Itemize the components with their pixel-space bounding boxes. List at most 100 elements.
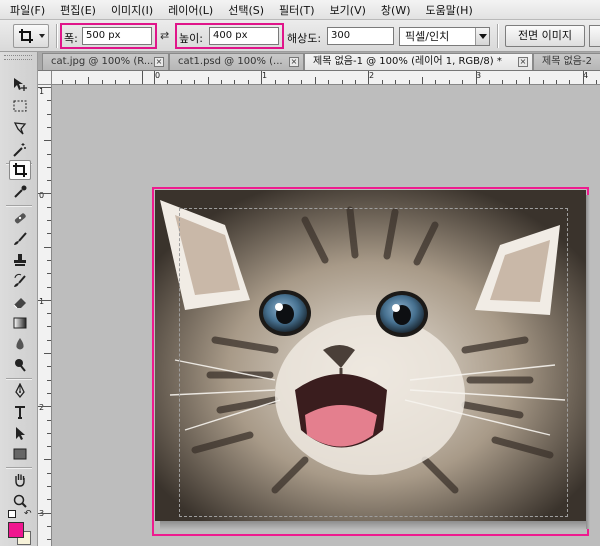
brush-tool[interactable]: [9, 229, 31, 249]
lasso-tool[interactable]: [9, 118, 31, 138]
close-icon[interactable]: ×: [154, 57, 164, 67]
width-input[interactable]: 500 px: [82, 27, 152, 45]
ruler-tick: [38, 406, 51, 408]
menu-file[interactable]: 파일(F): [10, 2, 45, 18]
tab-untitled-2[interactable]: 제목 없음-2: [533, 53, 600, 70]
toolbox-grip[interactable]: [4, 55, 32, 60]
menu-filter[interactable]: 필터(T): [279, 2, 315, 18]
ruler-origin[interactable]: [38, 71, 52, 85]
ruler-tick: [395, 80, 397, 84]
clone-stamp-tool[interactable]: [9, 250, 31, 270]
options-bar: 폭: 500 px ⇄ 높이: 400 px 해상도: 300 픽셀/인치 전면…: [0, 20, 600, 52]
crop-selection-marquee[interactable]: [179, 208, 568, 517]
blur-tool[interactable]: [9, 334, 31, 354]
ruler-tick: [596, 80, 598, 84]
menu-help[interactable]: 도움말(H): [426, 2, 473, 18]
dodge-tool[interactable]: [9, 355, 31, 375]
ruler-tick: [515, 80, 517, 84]
vertical-ruler[interactable]: 1 0 1 2 3: [38, 85, 52, 546]
ruler-tick: [314, 77, 316, 84]
height-input[interactable]: 400 px: [209, 27, 279, 45]
default-colors-icon[interactable]: [8, 510, 16, 518]
close-icon[interactable]: ×: [518, 57, 528, 67]
resolution-input[interactable]: 300: [327, 27, 394, 45]
ruler-tick: [44, 459, 51, 461]
quick-select-tool[interactable]: [9, 140, 31, 160]
move-tool[interactable]: [9, 74, 31, 94]
hand-tool[interactable]: [9, 470, 31, 490]
ruler-tick: [569, 80, 571, 84]
height-label: 높이:: [179, 32, 203, 45]
path-select-tool[interactable]: [9, 423, 31, 443]
tab-cat-jpg[interactable]: cat.jpg @ 100% (R... ×: [42, 53, 169, 70]
ruler-tick: [355, 80, 356, 84]
healing-brush-tool[interactable]: [9, 208, 31, 228]
eraser-tool[interactable]: [9, 292, 31, 312]
marquee-tool[interactable]: [9, 96, 31, 116]
brush-icon: [14, 232, 27, 245]
eraser-icon: [13, 298, 26, 309]
tab-untitled-1[interactable]: 제목 없음-1 @ 100% (레이어 1, RGB/8) * ×: [304, 53, 533, 70]
ruler-tick: [328, 80, 330, 84]
tool-preset-picker[interactable]: [13, 24, 49, 48]
menu-window[interactable]: 창(W): [381, 2, 411, 18]
menu-bar: 파일(F) 편집(E) 이미지(I) 레이어(L) 선택(S) 필터(T) 보기…: [0, 0, 600, 20]
foreground-color-swatch[interactable]: [8, 522, 24, 538]
ruler-tick: [101, 80, 103, 84]
eyedropper-tool[interactable]: [9, 182, 31, 202]
width-label: 폭:: [64, 32, 78, 45]
ruler-tick: [47, 180, 51, 182]
ruler-tick: [142, 71, 143, 84]
toolbox-divider: [6, 205, 32, 206]
ruler-tick: [47, 166, 51, 168]
ruler-v-label: 2: [39, 403, 45, 412]
ruler-tick: [435, 80, 437, 84]
menu-view[interactable]: 보기(V): [330, 2, 366, 18]
horizontal-ruler[interactable]: 0 1 2 3 4: [52, 71, 600, 85]
ruler-h-label: 2: [369, 71, 375, 80]
crop-tool[interactable]: [9, 160, 31, 180]
swap-colors-icon[interactable]: ↶: [24, 509, 32, 519]
ruler-h-label: 0: [155, 71, 161, 80]
ruler-tick: [556, 80, 557, 84]
ruler-tick: [341, 80, 343, 84]
gradient-tool[interactable]: [9, 313, 31, 333]
ruler-tick: [448, 80, 450, 84]
zoom-tool[interactable]: [9, 491, 31, 511]
ruler-tick: [207, 77, 209, 84]
ruler-tick: [47, 153, 51, 155]
clear-button[interactable]: [589, 25, 600, 47]
ruler-tick: [44, 140, 51, 142]
ruler-tick: [47, 392, 51, 394]
crop-icon: [13, 163, 27, 177]
front-image-button[interactable]: 전면 이미지: [505, 25, 585, 47]
ruler-tick: [47, 259, 51, 261]
ruler-tick: [38, 193, 51, 195]
ruler-tick: [261, 71, 263, 84]
ruler-tick: [47, 206, 51, 208]
dodge-icon: [15, 359, 26, 372]
resolution-unit-select[interactable]: 픽셀/인치: [399, 27, 490, 46]
ruler-tick: [47, 100, 51, 102]
shape-tool[interactable]: [9, 444, 31, 464]
history-brush-tool[interactable]: [9, 271, 31, 291]
ruler-tick: [408, 80, 410, 84]
menu-edit[interactable]: 편집(E): [60, 2, 96, 18]
tab-cat1-psd[interactable]: cat1.psd @ 100% (... ×: [169, 53, 304, 70]
image-shadow: [160, 521, 586, 530]
pen-tool[interactable]: [9, 381, 31, 401]
menu-image[interactable]: 이미지(I): [111, 2, 153, 18]
close-icon[interactable]: ×: [289, 57, 299, 67]
ruler-tick: [47, 379, 51, 381]
chevron-down-icon: [39, 34, 45, 38]
ruler-tick: [47, 486, 51, 487]
menu-layer[interactable]: 레이어(L): [168, 2, 213, 18]
ruler-tick: [47, 446, 51, 448]
ruler-tick: [61, 80, 63, 84]
swap-dimensions-icon[interactable]: ⇄: [160, 30, 172, 42]
menu-select[interactable]: 선택(S): [228, 2, 264, 18]
zoom-icon: [13, 494, 27, 508]
ruler-tick: [44, 353, 51, 354]
ruler-tick: [47, 499, 51, 501]
type-tool[interactable]: [9, 402, 31, 422]
